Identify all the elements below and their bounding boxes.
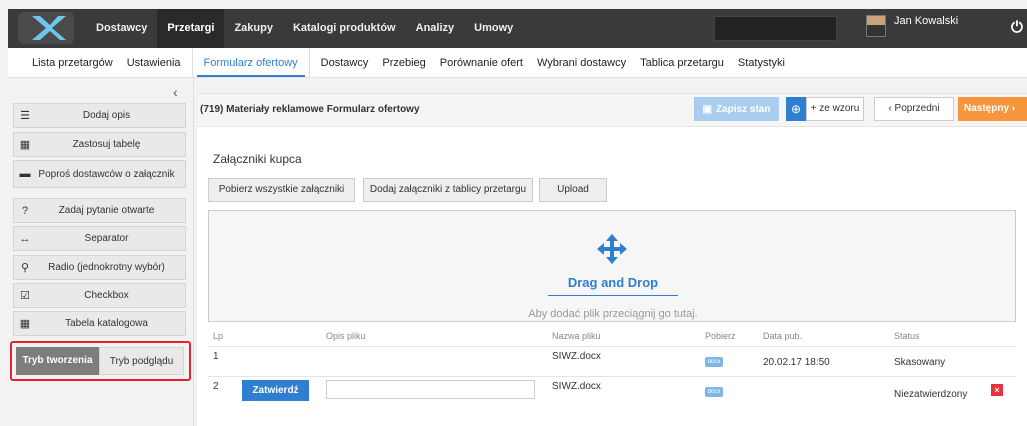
grid-icon: ▦ xyxy=(19,139,31,151)
nav-przetargi[interactable]: Przetargi xyxy=(157,9,225,48)
sidebar: ‹ ☰ Dodaj opis ▦ Zastosuj tabelę ▬ Popro… xyxy=(8,78,194,426)
confirm-button[interactable]: Zatwierdź xyxy=(242,380,309,401)
apply-table-button[interactable]: ▦ Zastosuj tabelę xyxy=(13,132,186,157)
separator-icon: ↔ xyxy=(19,232,31,245)
page-title: (719) Materiały reklamowe Formularz ofer… xyxy=(200,104,420,115)
drop-zone[interactable]: Drag and Drop Aby dodać plik przeciągnij… xyxy=(208,210,1016,322)
main-nav: Dostawcy Przetargi Zakupy Katalogi produ… xyxy=(86,9,523,48)
create-mode-button[interactable]: Tryb tworzenia xyxy=(16,347,99,375)
nav-umowy[interactable]: Umowy xyxy=(464,9,523,48)
column-header: Pobierz xyxy=(705,331,736,341)
power-icon[interactable]: ⏻ xyxy=(1011,19,1023,36)
save-button[interactable]: ▣ Zapisz stan xyxy=(694,97,779,121)
tab-wybrani-dostawcy[interactable]: Wybrani dostawcy xyxy=(530,48,633,77)
button-label: Checkbox xyxy=(84,290,129,301)
open-question-button[interactable]: ? Zadaj pytanie otwarte xyxy=(13,198,186,223)
table-row: 1 SIWZ.docx docx 20.02.17 18:50 Skasowan… xyxy=(208,346,1016,372)
tab-formularz-ofertowy[interactable]: Formularz ofertowy xyxy=(196,48,305,77)
file-name: SIWZ.docx xyxy=(552,381,601,392)
button-label: Dodaj opis xyxy=(82,110,131,121)
search-input[interactable] xyxy=(714,16,837,41)
dropzone-hint: Aby dodać plik przeciągnij go tutaj. xyxy=(528,308,698,320)
previous-button[interactable]: ‹ Poprzedni xyxy=(874,97,954,121)
nav-zakupy[interactable]: Zakupy xyxy=(224,9,283,48)
user-name: Jan Kowalski xyxy=(894,15,959,27)
collapse-icon[interactable]: ‹ xyxy=(173,84,178,100)
app-frame: Dostawcy Przetargi Zakupy Katalogi produ… xyxy=(0,0,1027,426)
folder-icon: ▬ xyxy=(19,168,31,180)
status-text: Niezatwierdzony xyxy=(894,389,968,400)
catalog-table-button[interactable]: ▦ Tabela katalogowa xyxy=(13,311,186,336)
delete-icon[interactable]: × xyxy=(991,384,1003,396)
user-menu[interactable]: Jan Kowalski xyxy=(866,15,958,42)
status-text: Skasowany xyxy=(894,357,946,368)
column-header: Nazwa pliku xyxy=(552,331,601,341)
move-icon xyxy=(597,234,627,264)
button-label: Zadaj pytanie otwarte xyxy=(58,205,155,216)
docx-icon[interactable]: docx xyxy=(705,357,723,367)
file-name: SIWZ.docx xyxy=(552,351,601,362)
button-label: Poproś dostawców o załącznik xyxy=(38,168,175,180)
column-header: Status xyxy=(894,331,920,341)
button-label: Separator xyxy=(84,233,129,244)
add-from-board-button[interactable]: Dodaj załączniki z tablicy przetargu xyxy=(363,178,533,202)
text-icon: ☰ xyxy=(20,110,30,122)
upload-button[interactable]: Upload xyxy=(539,178,607,202)
tab-tablica-przetargu[interactable]: Tablica przetargu xyxy=(633,48,731,77)
column-header: Lp xyxy=(213,331,224,341)
table-header: Lp Opis pliku Nazwa pliku Pobierz Data p… xyxy=(208,326,1016,346)
mode-switch: Tryb tworzenia Tryb podglądu xyxy=(10,341,191,381)
tab-porownanie-ofert[interactable]: Porównanie ofert xyxy=(433,48,530,77)
dropzone-title: Drag and Drop xyxy=(567,275,659,290)
divider xyxy=(191,48,193,78)
add-description-button[interactable]: ☰ Dodaj opis xyxy=(13,103,186,128)
section-title: Załączniki kupca xyxy=(213,152,302,166)
question-icon: ? xyxy=(21,204,29,217)
row-number: 2 xyxy=(213,381,219,392)
form-toolbar: (719) Materiały reklamowe Formularz ofer… xyxy=(197,94,1027,127)
download-all-button[interactable]: Pobierz wszystkie załączniki xyxy=(208,178,355,202)
save-label: Zapisz stan xyxy=(715,103,771,115)
table-row: 2 Zatwierdź SIWZ.docx docx Niezatwierdzo… xyxy=(208,376,1016,402)
checkbox-icon: ☑ xyxy=(20,290,30,302)
column-header: Data pub. xyxy=(763,331,803,341)
checkbox-tool[interactable]: ☑ Checkbox xyxy=(13,283,186,308)
file-description-input[interactable] xyxy=(326,380,535,399)
top-navbar: Dostawcy Przetargi Zakupy Katalogi produ… xyxy=(8,9,1027,48)
column-header: Opis pliku xyxy=(326,331,366,341)
docx-icon[interactable]: docx xyxy=(705,387,723,397)
tab-ustawienia[interactable]: Ustawienia xyxy=(120,48,188,77)
app-logo[interactable] xyxy=(18,12,74,44)
button-label: Zastosuj tabelę xyxy=(72,139,141,150)
request-attachment-button[interactable]: ▬ Poproś dostawców o załącznik xyxy=(13,160,186,188)
from-template-button[interactable]: + ze wzoru xyxy=(806,97,864,121)
avatar xyxy=(866,15,886,37)
publish-date: 20.02.17 18:50 xyxy=(763,357,830,368)
tab-lista-przetargow[interactable]: Lista przetargów xyxy=(8,48,120,77)
divider xyxy=(548,295,678,296)
nav-analizy[interactable]: Analizy xyxy=(406,9,465,48)
tab-statystyki[interactable]: Statystyki xyxy=(731,48,792,77)
nav-katalogi[interactable]: Katalogi produktów xyxy=(283,9,406,48)
floppy-icon: ▣ xyxy=(702,103,712,115)
tab-przebieg[interactable]: Przebieg xyxy=(375,48,432,77)
grid-icon: ▦ xyxy=(19,318,31,330)
next-button[interactable]: Następny › xyxy=(958,97,1027,121)
row-number: 1 xyxy=(213,351,219,362)
sub-nav: Lista przetargów Ustawienia Formularz of… xyxy=(8,48,1027,78)
main-content: (719) Materiały reklamowe Formularz ofer… xyxy=(197,93,1027,426)
separator-button[interactable]: ↔ Separator xyxy=(13,226,186,251)
radio-button-tool[interactable]: ⚲ Radio (jednokrotny wybór) xyxy=(13,255,186,280)
button-label: Radio (jednokrotny wybór) xyxy=(48,262,165,273)
nav-dostawcy[interactable]: Dostawcy xyxy=(86,9,157,48)
button-label: Tabela katalogowa xyxy=(65,318,148,329)
tab-dostawcy[interactable]: Dostawcy xyxy=(314,48,376,77)
divider xyxy=(308,48,310,78)
preview-mode-button[interactable]: Tryb podglądu xyxy=(99,347,184,375)
radio-icon: ⚲ xyxy=(20,262,30,274)
plus-circle-icon[interactable]: ⊕ xyxy=(786,97,806,121)
